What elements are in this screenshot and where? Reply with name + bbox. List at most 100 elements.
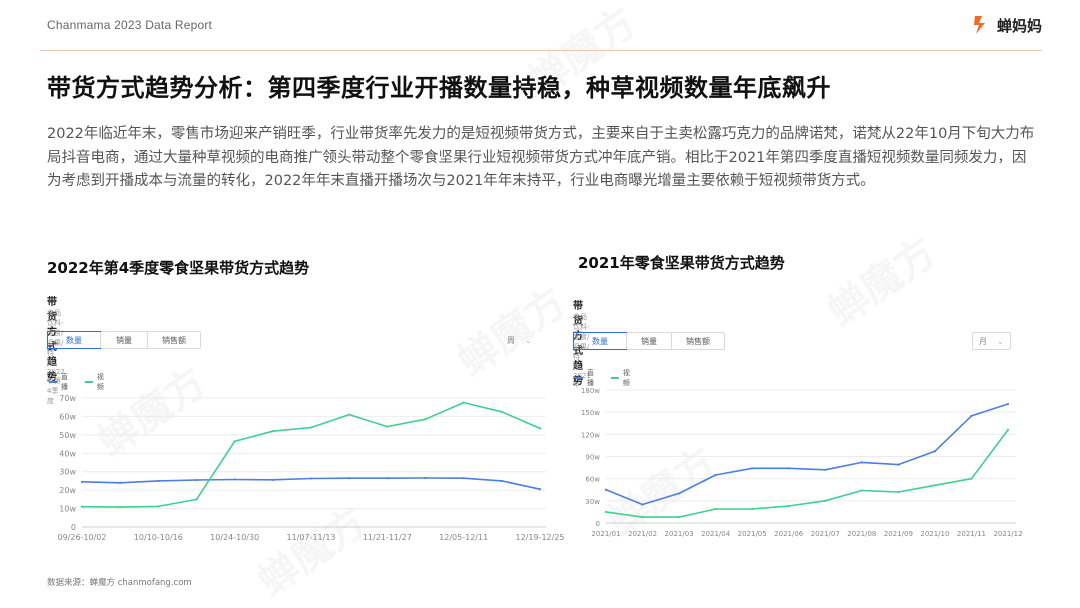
- data-point-video: [860, 489, 863, 492]
- tab-sales-volume[interactable]: 销量: [100, 332, 147, 348]
- brand-logo: 蝉妈妈: [971, 14, 1042, 36]
- x-tick-label: 2021/10: [920, 530, 949, 538]
- y-tick-label: 180w: [581, 387, 600, 395]
- data-point-live: [714, 473, 717, 477]
- header-divider: [40, 50, 1042, 51]
- x-tick-label: 2021/08: [847, 530, 876, 538]
- y-tick-label: 10w: [59, 505, 76, 514]
- x-tick-label: 11/21-11/27: [363, 533, 412, 542]
- data-point-video: [424, 418, 427, 421]
- chevron-down-icon: ⌄: [525, 335, 532, 345]
- y-tick-label: 50w: [59, 431, 76, 440]
- x-tick-label: 12/05-12/11: [439, 533, 488, 542]
- data-point-live: [824, 468, 827, 471]
- x-tick-label: 2021/07: [811, 530, 840, 538]
- y-tick-label: 40w: [59, 449, 76, 458]
- legend-swatch-video: [611, 377, 619, 379]
- data-point-live: [751, 467, 754, 470]
- series-line-live: [605, 403, 1009, 506]
- x-tick-label: 2021/06: [774, 530, 804, 538]
- right-period-select[interactable]: 月 ⌄: [972, 332, 1011, 350]
- data-point-video: [1006, 428, 1010, 431]
- legend-swatch-live: [49, 381, 57, 383]
- data-point-live: [348, 477, 351, 480]
- data-point-live: [195, 478, 198, 482]
- data-point-live: [309, 477, 313, 480]
- left-period-select[interactable]: 周 ⌄: [500, 331, 539, 349]
- data-point-video: [714, 507, 717, 511]
- data-point-video: [233, 440, 236, 443]
- data-point-video: [751, 507, 754, 511]
- series-line-live: [81, 477, 541, 490]
- chevron-down-icon: ⌄: [997, 336, 1004, 346]
- data-point-live: [233, 478, 236, 481]
- data-point-live: [1006, 402, 1010, 406]
- tab-count[interactable]: 数量: [573, 332, 627, 350]
- y-tick-label: 120w: [581, 431, 600, 439]
- data-point-live: [897, 463, 900, 466]
- x-tick-label: 09/26-10/02: [58, 533, 107, 542]
- data-point-live: [271, 478, 274, 481]
- data-point-video: [195, 498, 198, 501]
- data-point-video: [677, 515, 681, 519]
- data-point-video: [348, 413, 351, 416]
- data-point-video: [119, 505, 122, 509]
- data-point-live: [538, 488, 542, 491]
- x-tick-label: 2021/03: [665, 530, 694, 538]
- y-tick-label: 70w: [59, 394, 76, 403]
- y-tick-label: 150w: [581, 409, 600, 417]
- data-point-video: [641, 515, 644, 519]
- x-tick-label: 12/19-12/25: [516, 533, 565, 542]
- right-section-title: 2021年零食坚果带货方式趋势: [578, 254, 785, 272]
- data-point-video: [933, 484, 937, 487]
- data-point-live: [604, 488, 608, 491]
- data-point-video: [787, 504, 790, 508]
- data-point-live: [462, 477, 465, 480]
- data-point-video: [462, 401, 465, 404]
- x-tick-label: 2021/02: [628, 530, 657, 538]
- right-metric-tabs: 数量 销量 销售额: [573, 332, 725, 350]
- x-tick-label: 2021/11: [957, 530, 986, 538]
- tab-sales-amount[interactable]: 销售额: [147, 332, 200, 348]
- data-point-video: [500, 410, 503, 413]
- data-point-video: [271, 430, 274, 433]
- tab-sales-amount[interactable]: 销售额: [671, 333, 724, 349]
- logo-text: 蝉妈妈: [996, 16, 1042, 35]
- x-tick-label: 10/24-10/30: [210, 533, 259, 542]
- data-point-video: [157, 505, 160, 508]
- data-point-video: [80, 505, 84, 508]
- data-point-live: [119, 481, 122, 484]
- x-tick-label: 2021/12: [993, 530, 1022, 538]
- y-tick-label: 30w: [59, 468, 76, 477]
- x-tick-label: 2021/05: [738, 530, 767, 538]
- x-tick-label: 2021/01: [591, 530, 620, 538]
- watermark: 蝉魔方: [814, 221, 946, 337]
- watermark: 蝉魔方: [444, 271, 576, 387]
- report-brand: Chanmama 2023 Data Report: [47, 18, 213, 32]
- y-tick-label: 0: [71, 523, 76, 532]
- legend-swatch-live: [575, 377, 583, 379]
- y-tick-label: 60w: [585, 476, 600, 484]
- data-point-live: [157, 479, 160, 483]
- data-source: 数据来源：蝉魔方 chanmofang.com: [47, 578, 192, 588]
- x-tick-label: 2021/04: [701, 530, 731, 538]
- data-point-live: [787, 467, 790, 470]
- series-line-video: [605, 429, 1009, 518]
- series-line-video: [81, 401, 541, 508]
- period-label: 月: [979, 336, 987, 346]
- data-point-live: [500, 479, 503, 483]
- y-tick-label: 90w: [585, 454, 600, 462]
- x-tick-label: 11/07-11/13: [287, 533, 336, 542]
- tab-count[interactable]: 数量: [47, 331, 101, 349]
- data-point-live: [386, 477, 389, 480]
- data-point-live: [860, 461, 863, 464]
- data-point-video: [538, 427, 542, 430]
- intro-paragraph: 2022年临近年末，零售市场迎来产销旺季，行业带货率先发力的是短视频带货方式，主…: [47, 126, 1035, 189]
- chanmama-logo-icon: [973, 16, 985, 34]
- y-tick-label: 0: [596, 520, 600, 528]
- data-point-live: [641, 503, 644, 506]
- tab-sales-volume[interactable]: 销量: [626, 333, 671, 349]
- data-point-live: [933, 450, 937, 453]
- data-point-video: [824, 499, 827, 502]
- y-tick-label: 20w: [59, 486, 76, 495]
